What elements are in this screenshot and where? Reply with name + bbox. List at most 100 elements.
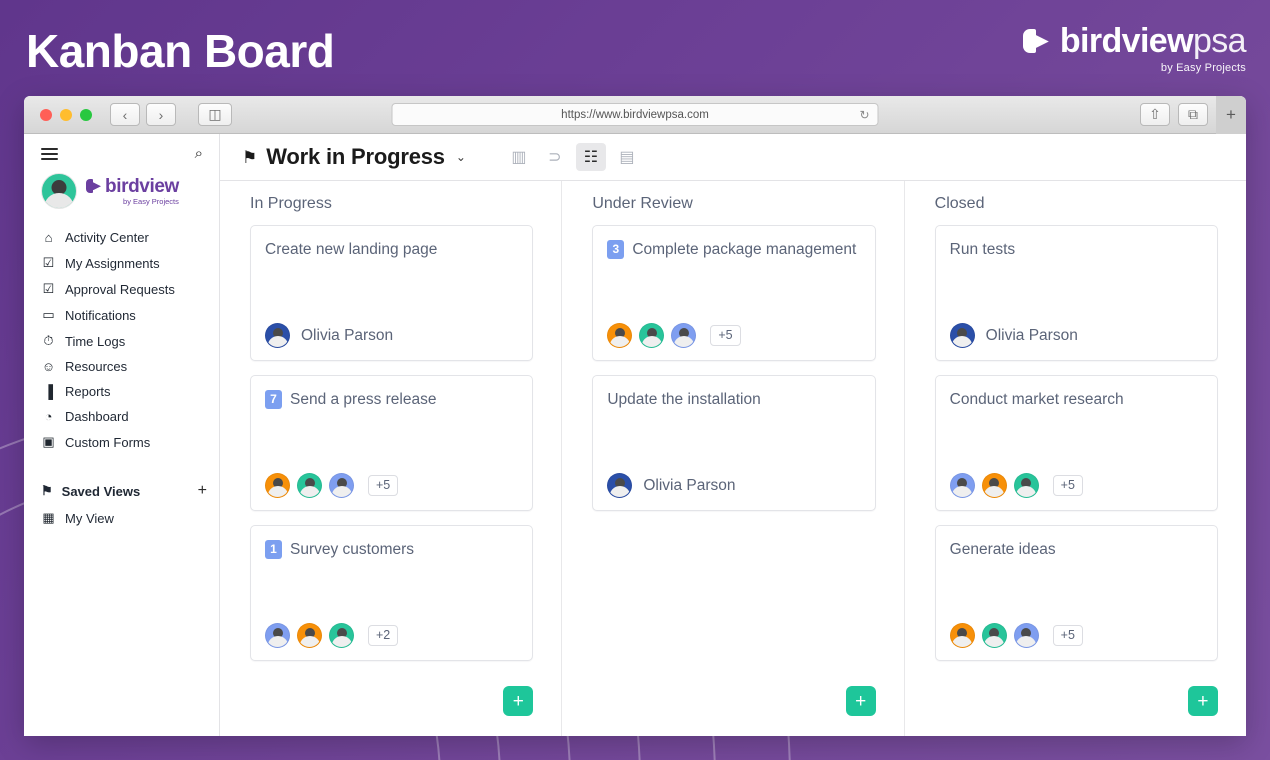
- gauge-icon: ◔: [44, 409, 53, 424]
- avatar[interactable]: [949, 323, 975, 348]
- add-card-button[interactable]: +: [845, 686, 876, 716]
- reload-icon[interactable]: ↻: [859, 108, 869, 122]
- add-saved-view-button[interactable]: +: [198, 482, 207, 500]
- task-card[interactable]: 1 Survey customers +2: [250, 525, 534, 661]
- sidebar-divider: [24, 455, 219, 477]
- assignee[interactable]: Olivia Parson: [949, 323, 1078, 348]
- maximize-window-button[interactable]: [80, 108, 92, 121]
- tab-calendar-view[interactable]: ▤: [612, 143, 642, 171]
- task-card[interactable]: Run tests Olivia Parson: [934, 225, 1218, 361]
- board-icon: ▦: [42, 510, 55, 525]
- avatar-group[interactable]: [607, 323, 703, 348]
- back-button[interactable]: ‹: [110, 103, 140, 126]
- sidebar-item-approval-requests[interactable]: ☑ Approval Requests: [24, 276, 219, 302]
- close-window-button[interactable]: [40, 108, 52, 121]
- avatar[interactable]: [329, 623, 354, 648]
- task-card[interactable]: Generate ideas +5: [934, 525, 1218, 661]
- task-card[interactable]: 3 Complete package management +5: [592, 225, 876, 361]
- sidebar-section-saved-views[interactable]: ⚑ Saved Views +: [24, 477, 219, 505]
- sidebar-item-dashboard[interactable]: ◔ Dashboard: [24, 404, 219, 429]
- board-column-under-review: Under Review 3 Complete package manageme…: [562, 181, 905, 736]
- tabs-overview-button[interactable]: ⧉: [1178, 103, 1208, 126]
- avatar[interactable]: [607, 473, 633, 498]
- sidebar-toggle-button[interactable]: ◫: [198, 103, 232, 126]
- sidebar-item-resources[interactable]: ☺ Resources: [24, 354, 219, 379]
- avatar-group[interactable]: [949, 623, 1046, 648]
- avatar[interactable]: [1013, 473, 1039, 498]
- more-assignees-badge[interactable]: +5: [1052, 475, 1083, 496]
- window-controls[interactable]: [34, 108, 92, 121]
- more-assignees-badge[interactable]: +5: [368, 475, 399, 496]
- sidebar-item-time-logs[interactable]: ⏱ Time Logs: [24, 328, 219, 354]
- forms-icon: ▣: [42, 434, 55, 449]
- browser-window: ‹ › ◫ https://www.birdviewpsa.com ↻ ⇧ ⧉ …: [24, 96, 1246, 736]
- sidebar-item-my-view[interactable]: ▦ My View: [24, 505, 219, 531]
- avatar[interactable]: [1013, 623, 1039, 648]
- user-avatar[interactable]: [41, 173, 77, 209]
- avatar[interactable]: [949, 473, 975, 498]
- assignee-name: Olivia Parson: [643, 476, 736, 494]
- task-card[interactable]: 7 Send a press release +5: [250, 375, 534, 511]
- avatar[interactable]: [265, 473, 290, 498]
- sidebar-item-reports[interactable]: ▐ Reports: [24, 379, 219, 404]
- avatar[interactable]: [671, 323, 697, 348]
- add-card-button[interactable]: +: [1187, 686, 1218, 716]
- avatar[interactable]: [981, 623, 1007, 648]
- task-card[interactable]: Conduct market research +5: [934, 375, 1218, 511]
- search-icon[interactable]: ⌕: [195, 146, 203, 161]
- sidebar-item-label: Time Logs: [65, 333, 126, 349]
- task-title: Create new landing page: [265, 241, 438, 258]
- assignee[interactable]: Olivia Parson: [607, 473, 736, 498]
- tab-flow-view[interactable]: ⊃: [540, 143, 570, 171]
- task-badge: 3: [607, 240, 625, 259]
- avatar-group[interactable]: [949, 473, 1046, 498]
- sidebar-item-label: Activity Center: [65, 230, 149, 245]
- task-card[interactable]: Update the installation Olivia Parson: [592, 375, 876, 511]
- bar-chart-icon: ▐: [43, 384, 54, 399]
- sidebar-item-notifications[interactable]: ▭ Notifications: [24, 302, 219, 328]
- sidebar-item-label: My View: [65, 510, 114, 526]
- add-card-button[interactable]: +: [503, 686, 534, 716]
- avatar[interactable]: [607, 323, 633, 348]
- assignee-name: Olivia Parson: [985, 326, 1078, 344]
- avatar[interactable]: [329, 473, 354, 498]
- assignee-name: Olivia Parson: [301, 326, 394, 344]
- avatar[interactable]: [265, 323, 290, 348]
- avatar[interactable]: [297, 623, 322, 648]
- column-title: Closed: [934, 195, 985, 212]
- more-assignees-badge[interactable]: +2: [368, 625, 399, 646]
- url-text: https://www.birdviewpsa.com: [561, 108, 709, 121]
- bookmark-icon: ⚑: [41, 483, 53, 498]
- tab-board-view[interactable]: ☷: [575, 143, 606, 171]
- more-assignees-badge[interactable]: +5: [1052, 625, 1083, 646]
- chevron-down-icon[interactable]: ⌄: [456, 150, 466, 164]
- tab-table-view[interactable]: ▥: [504, 143, 534, 171]
- task-badge: 1: [265, 540, 282, 559]
- avatar[interactable]: [265, 623, 290, 648]
- avatar[interactable]: [949, 623, 975, 648]
- task-card[interactable]: Create new landing page Olivia Parson: [250, 225, 534, 361]
- minimize-window-button[interactable]: [60, 108, 72, 121]
- avatar[interactable]: [297, 473, 322, 498]
- sidebar-item-activity-center[interactable]: ⌂ Activity Center: [24, 225, 219, 250]
- more-assignees-badge[interactable]: +5: [710, 325, 741, 346]
- avatar-group[interactable]: [265, 473, 361, 498]
- avatar[interactable]: [981, 473, 1007, 498]
- hamburger-icon[interactable]: [41, 147, 58, 160]
- browser-chrome: ‹ › ◫ https://www.birdviewpsa.com ↻ ⇧ ⧉ …: [24, 96, 1246, 134]
- avatar[interactable]: [639, 323, 665, 348]
- assignee[interactable]: Olivia Parson: [265, 323, 393, 348]
- brand-tagline: by Easy Projects: [1160, 62, 1246, 74]
- sidebar-item-custom-forms[interactable]: ▣ Custom Forms: [24, 429, 219, 455]
- task-title: Update the installation: [607, 391, 761, 408]
- address-bar[interactable]: https://www.birdviewpsa.com ↻: [391, 103, 879, 126]
- sidebar-item-my-assignments[interactable]: ☑ My Assignments: [24, 250, 219, 276]
- view-title-group[interactable]: ⚑ Work in Progress ⌄: [242, 144, 466, 170]
- avatar-group[interactable]: [265, 623, 361, 648]
- sidebar-brand-name: birdview: [105, 175, 179, 197]
- share-button[interactable]: ⇧: [1140, 103, 1170, 126]
- new-tab-button[interactable]: +: [1216, 96, 1246, 134]
- sidebar-item-label: Approval Requests: [65, 281, 175, 297]
- person-icon: ☺: [41, 359, 56, 374]
- forward-button[interactable]: ›: [146, 103, 176, 126]
